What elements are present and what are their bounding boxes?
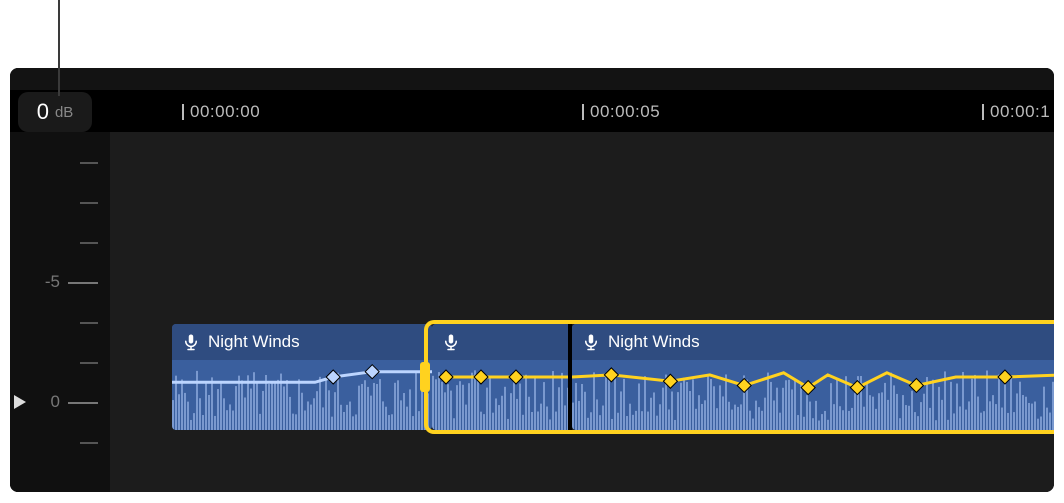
db-unit: dB [55, 104, 73, 121]
track-area[interactable]: Night Winds Night Winds [172, 132, 1054, 492]
db-scale-label: 0 [51, 392, 60, 412]
db-scale-tick [80, 162, 98, 164]
db-scale[interactable]: -5 0 [10, 132, 110, 492]
db-scale-tick [68, 402, 98, 404]
volume-curve[interactable] [572, 324, 1054, 430]
ruler-label: 00:00:05 [590, 102, 660, 122]
db-readout[interactable]: 0 dB [18, 92, 92, 132]
callout-line [58, 0, 60, 96]
db-value: 0 [37, 99, 49, 125]
timeline-topbar [10, 68, 1054, 90]
ruler-tick [982, 104, 984, 120]
db-scale-tick [68, 282, 98, 284]
db-scale-tick [80, 362, 98, 364]
ruler-label: 00:00:00 [190, 102, 260, 122]
db-scale-tick [80, 442, 98, 444]
time-ruler[interactable]: 00:00:00 00:00:05 00:00:1 [172, 90, 1054, 132]
audio-clip[interactable] [432, 324, 572, 430]
db-scale-tick [80, 322, 98, 324]
ruler-tick [582, 104, 584, 120]
audio-clip[interactable]: Night Winds [172, 324, 432, 430]
db-indicator-icon[interactable] [14, 395, 30, 409]
db-scale-tick [80, 242, 98, 244]
ruler-tick [182, 104, 184, 120]
clip-divider [568, 320, 572, 434]
ruler-label: 00:00:1 [990, 102, 1050, 122]
db-scale-label: -5 [45, 272, 60, 292]
db-scale-tick [80, 202, 98, 204]
timeline-panel: 0 dB 00:00:00 00:00:05 00:00:1 -5 0 Night W… [10, 68, 1054, 492]
volume-curve[interactable] [172, 324, 432, 430]
timeline-body: -5 0 Night Winds Night Winds [10, 132, 1054, 492]
volume-curve[interactable] [432, 324, 572, 430]
audio-clip[interactable]: Night Winds [572, 324, 1054, 430]
ruler-row: 0 dB 00:00:00 00:00:05 00:00:1 [10, 90, 1054, 132]
